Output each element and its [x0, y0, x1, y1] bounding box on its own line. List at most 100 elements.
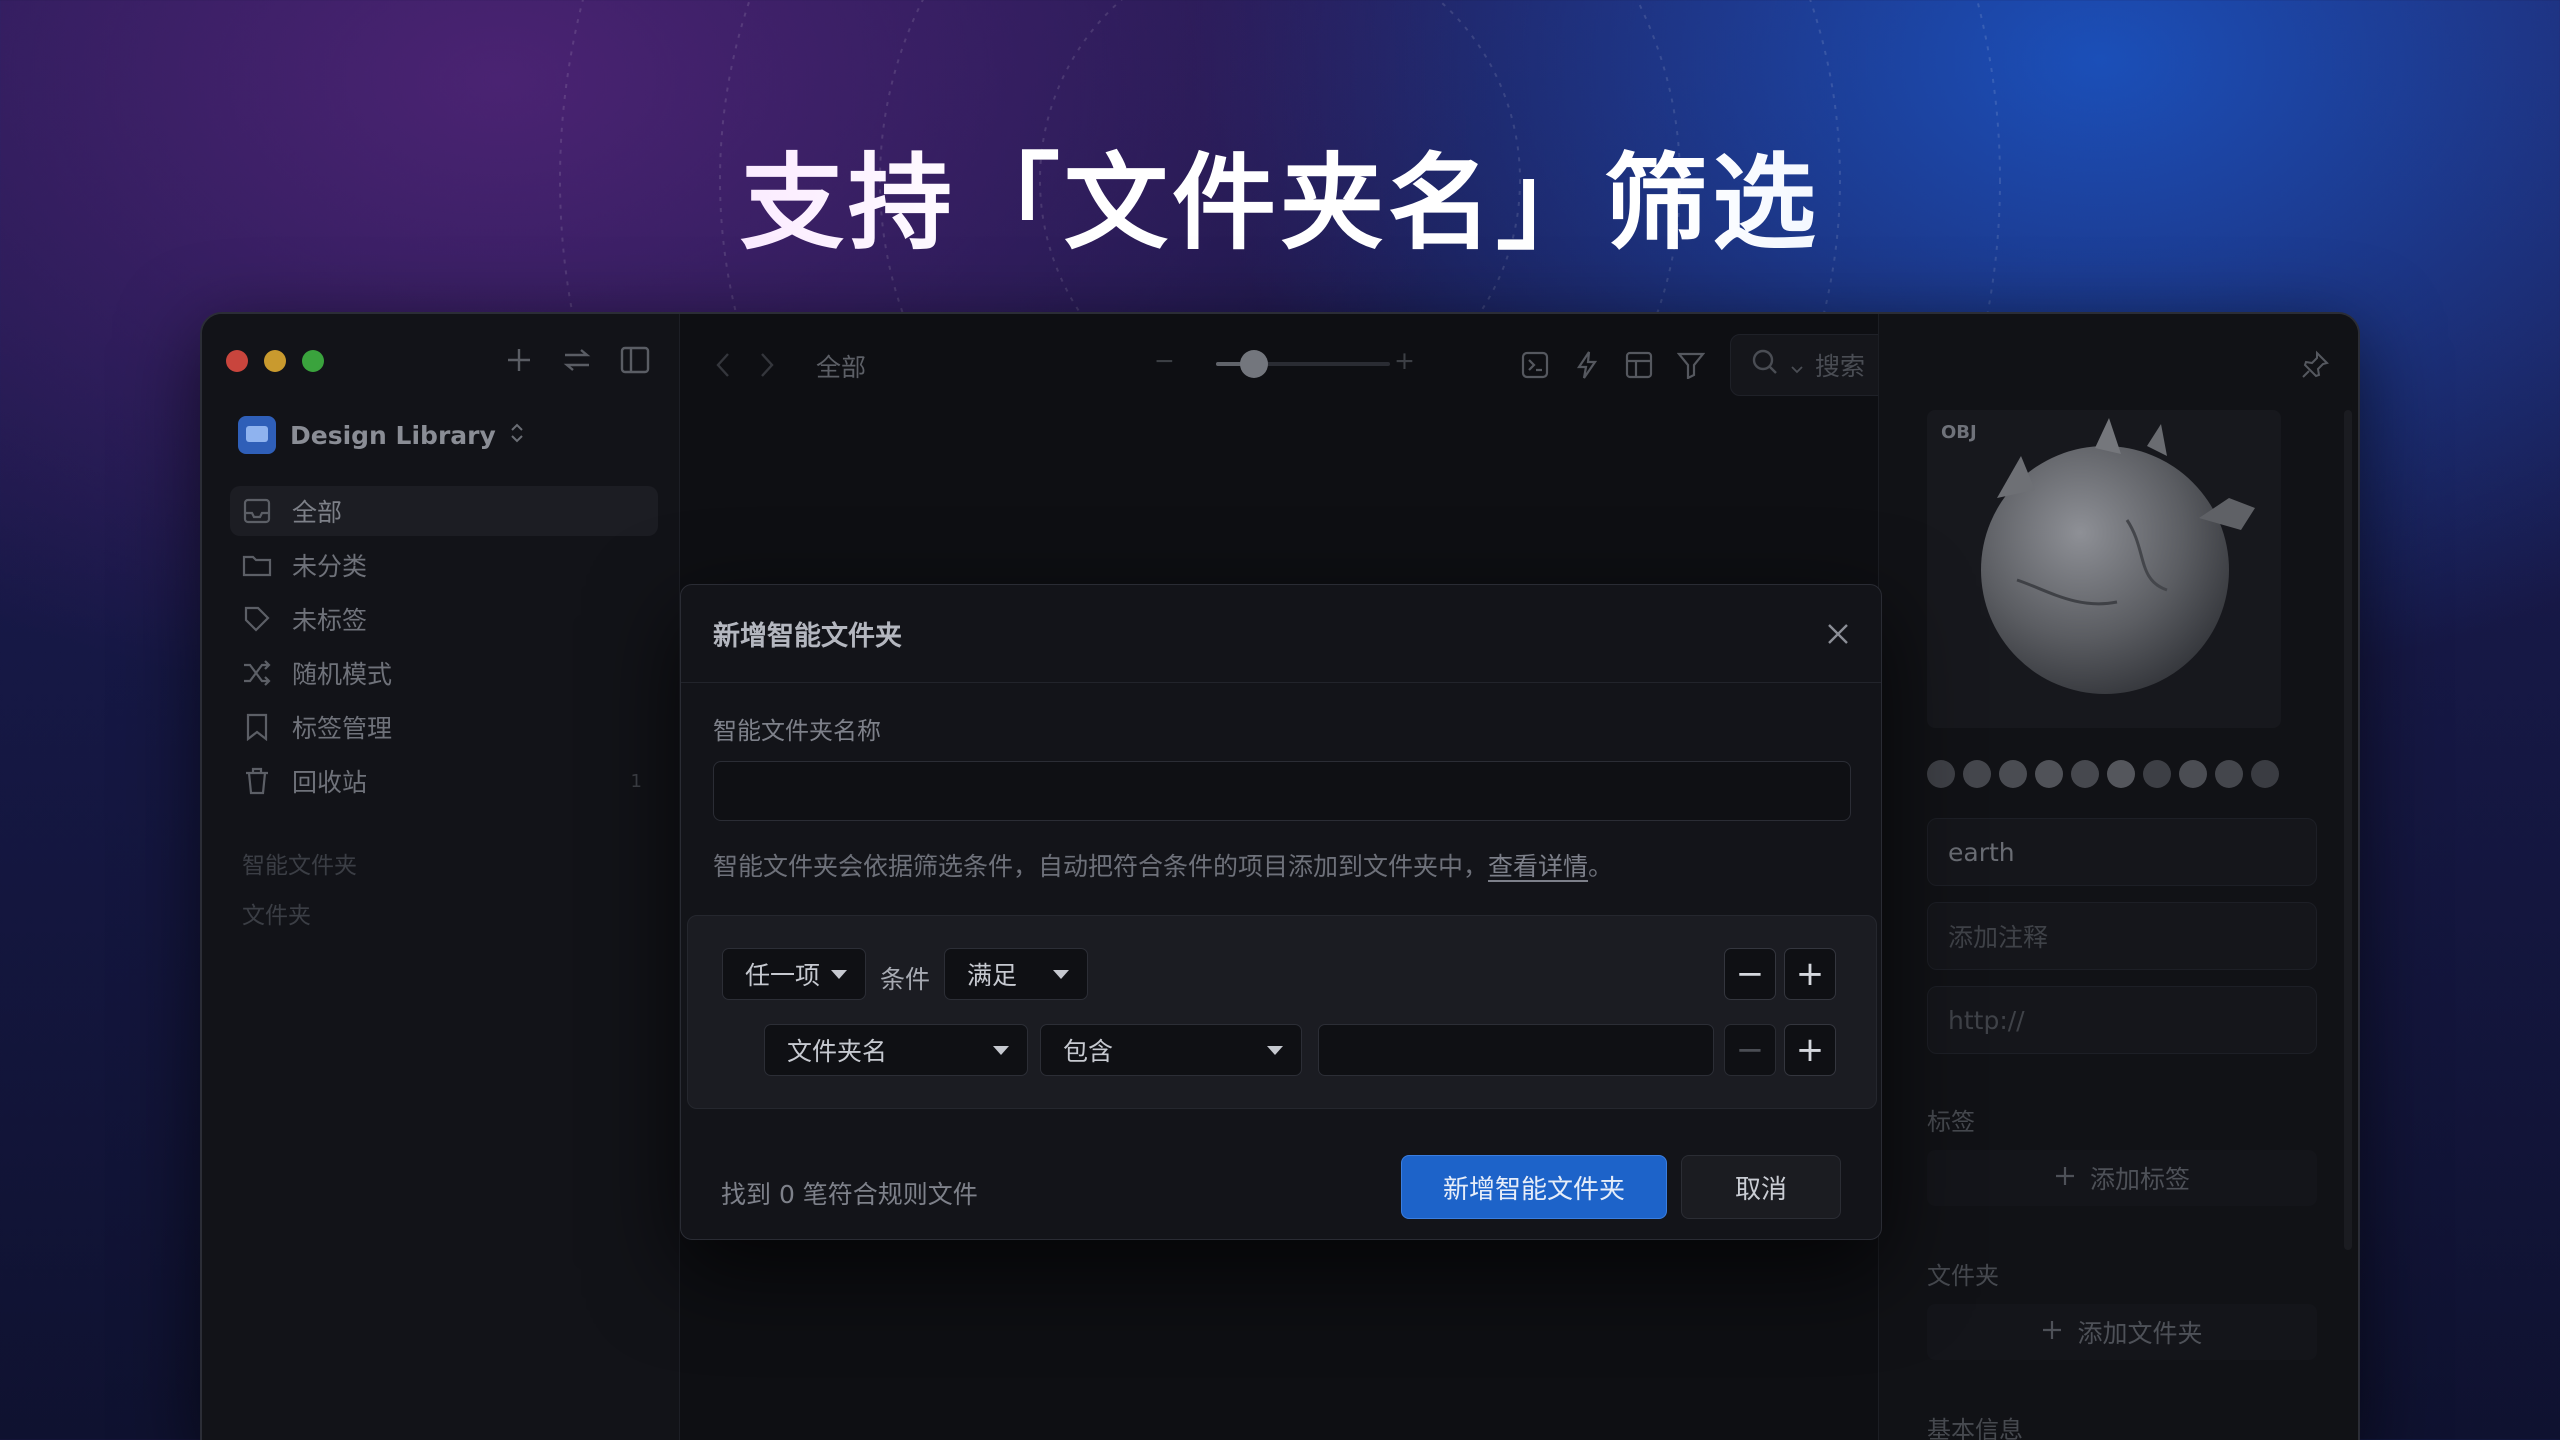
trash-icon [242, 766, 272, 796]
promo-headline: 支持「文件夹名」筛选 [0, 118, 2560, 269]
sidebar: Design Library 全部 未分类 未标签 随机模式 标签管理 回收站 … [202, 314, 680, 1440]
rules-panel: 任一项 条件 满足 − + 文件夹名 包含 − + [687, 915, 1877, 1109]
color-swatch[interactable] [1927, 760, 1955, 788]
back-icon[interactable] [708, 350, 738, 380]
sidebar-item-label: 未标签 [292, 606, 368, 635]
chevron-down-icon [1791, 351, 1803, 380]
rule-operator-value: 包含 [1063, 1037, 1114, 1066]
plus-icon [2041, 1318, 2063, 1347]
color-swatch[interactable] [2143, 760, 2171, 788]
match-count-text: 找到 0 笔符合规则文件 [721, 1180, 978, 1209]
caret-down-icon [1053, 970, 1069, 979]
add-icon[interactable] [503, 344, 535, 376]
zoom-in-button[interactable]: + [1394, 346, 1415, 375]
plus-icon [2054, 1164, 2076, 1193]
inbox-icon [242, 496, 272, 526]
library-icon [238, 416, 276, 454]
add-rule-button[interactable]: + [1784, 1024, 1836, 1076]
basic-info-label: 基本信息 [1927, 1416, 2023, 1440]
asset-name-field[interactable]: earth [1927, 818, 2317, 886]
sidebar-item-trash[interactable]: 回收站 1 [230, 756, 658, 806]
color-swatch[interactable] [2107, 760, 2135, 788]
tags-label: 标签 [1927, 1108, 1975, 1136]
color-swatch[interactable] [1999, 760, 2027, 788]
color-swatch[interactable] [1963, 760, 1991, 788]
app-window: Design Library 全部 未分类 未标签 随机模式 标签管理 回收站 … [200, 312, 2360, 1440]
layout-icon[interactable] [1624, 350, 1654, 380]
filter-icon[interactable] [1676, 350, 1706, 380]
color-swatch[interactable] [2251, 760, 2279, 788]
rule-field-select[interactable]: 文件夹名 [764, 1024, 1028, 1076]
sidebar-item-uncategorized[interactable]: 未分类 [230, 540, 658, 590]
terminal-icon[interactable] [1520, 350, 1550, 380]
earth-model-image [1981, 418, 2255, 694]
rule-value-input[interactable] [1318, 1024, 1714, 1076]
sidebar-item-label: 回收站 [292, 768, 368, 797]
sidebar-item-label: 标签管理 [292, 714, 393, 743]
breadcrumb[interactable]: 全部 [816, 348, 866, 384]
zoom-slider-fill [1216, 362, 1242, 366]
sidebar-item-random[interactable]: 随机模式 [230, 648, 658, 698]
match-mode-value: 任一项 [745, 961, 821, 990]
note-field[interactable]: 添加注释 [1927, 902, 2317, 970]
create-smart-folder-button[interactable]: 新增智能文件夹 [1401, 1155, 1667, 1219]
color-swatch[interactable] [2215, 760, 2243, 788]
close-icon[interactable] [1825, 621, 1851, 647]
remove-group-button[interactable]: − [1724, 948, 1776, 1000]
library-switcher[interactable]: Design Library [238, 416, 524, 454]
forward-icon[interactable] [752, 350, 782, 380]
url-field[interactable]: http:// [1927, 986, 2317, 1054]
condition-word: 条件 [880, 965, 931, 994]
color-swatch[interactable] [2035, 760, 2063, 788]
inspector-scrollbar[interactable] [2344, 410, 2352, 1250]
color-swatch[interactable] [2179, 760, 2207, 788]
hint-end: 。 [1588, 852, 1614, 881]
satisfy-select[interactable]: 满足 [944, 948, 1088, 1000]
sidebar-item-label: 随机模式 [292, 660, 393, 689]
zoom-out-button[interactable]: − [1154, 346, 1175, 375]
caret-down-icon [993, 1046, 1009, 1055]
caret-down-icon [1267, 1046, 1283, 1055]
bookmark-icon [242, 712, 272, 742]
rule-operator-select[interactable]: 包含 [1040, 1024, 1302, 1076]
dialog-title: 新增智能文件夹 [713, 621, 902, 652]
sidebar-nav: 全部 未分类 未标签 随机模式 标签管理 回收站 1 [230, 486, 658, 810]
sidebar-item-label: 未分类 [292, 552, 368, 581]
close-window-button[interactable] [226, 350, 248, 372]
rule-field-value: 文件夹名 [787, 1037, 888, 1066]
folder-name-input[interactable] [713, 761, 1851, 821]
remove-rule-button[interactable]: − [1724, 1024, 1776, 1076]
tag-icon [242, 604, 272, 634]
dialog-header: 新增智能文件夹 [681, 585, 1881, 683]
caret-down-icon [831, 970, 847, 979]
dialog-hint: 智能文件夹会依据筛选条件，自动把符合条件的项目添加到文件夹中，查看详情。 [713, 847, 1613, 883]
add-folder-button[interactable]: 添加文件夹 [1927, 1304, 2317, 1360]
sidebar-item-tag-management[interactable]: 标签管理 [230, 702, 658, 752]
color-palette [1927, 760, 2279, 788]
zoom-slider-handle[interactable] [1240, 350, 1268, 378]
lightning-icon[interactable] [1572, 350, 1602, 380]
trash-count: 1 [630, 770, 642, 792]
match-mode-select[interactable]: 任一项 [722, 948, 866, 1000]
sidebar-item-all[interactable]: 全部 [230, 486, 658, 536]
search-icon [1751, 348, 1779, 382]
sidebar-item-untagged[interactable]: 未标签 [230, 594, 658, 644]
add-group-button[interactable]: + [1784, 948, 1836, 1000]
add-tag-button[interactable]: 添加标签 [1927, 1150, 2317, 1206]
zoom-window-button[interactable] [302, 350, 324, 372]
sidebar-toggle-icon[interactable] [619, 344, 651, 376]
color-swatch[interactable] [2071, 760, 2099, 788]
minimize-window-button[interactable] [264, 350, 286, 372]
section-folders[interactable]: 文件夹 [242, 896, 311, 930]
asset-preview[interactable]: OBJ [1927, 410, 2281, 728]
swap-icon[interactable] [561, 344, 593, 376]
sidebar-tools [503, 344, 651, 376]
inspector-panel: OBJ earth 添加注释 http:// 标签 添加标签 文件夹 添加文件夹… [1878, 314, 2358, 1440]
shuffle-icon [242, 658, 272, 688]
section-smart-folders[interactable]: 智能文件夹 [242, 846, 357, 880]
add-folder-label: 添加文件夹 [2077, 1319, 2203, 1348]
pin-icon[interactable] [2300, 350, 2330, 380]
chevron-updown-icon [510, 422, 524, 449]
view-details-link[interactable]: 查看详情 [1488, 852, 1588, 881]
cancel-button[interactable]: 取消 [1681, 1155, 1841, 1219]
